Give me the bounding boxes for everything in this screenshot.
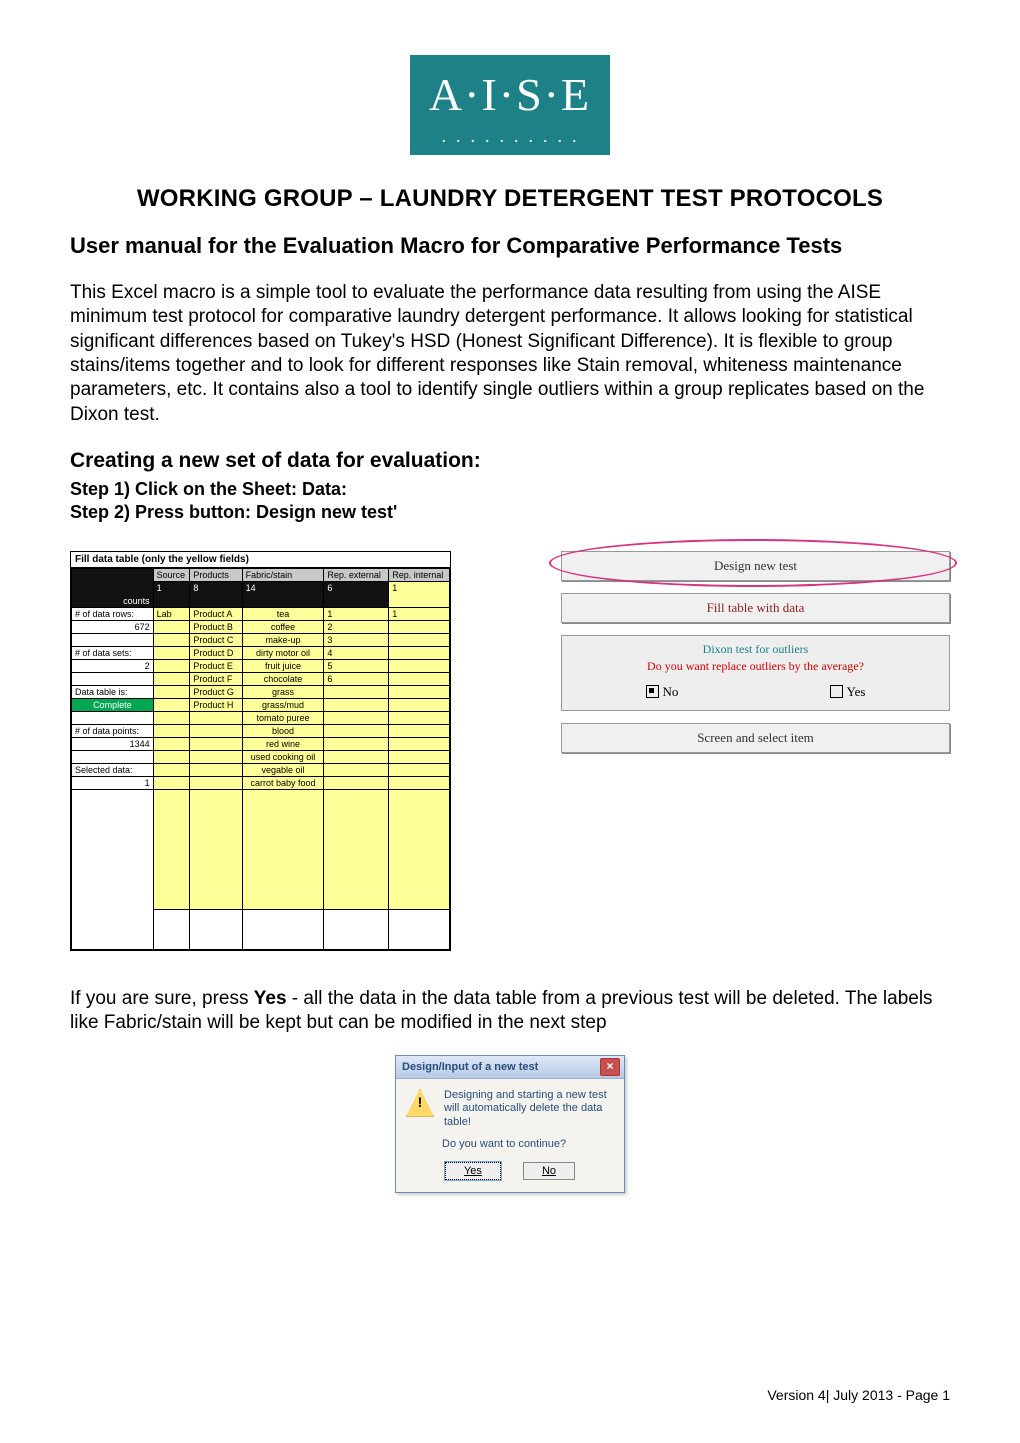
product-2[interactable]: Product C bbox=[190, 633, 242, 646]
dialog-line1: Designing and starting a new test bbox=[444, 1089, 607, 1101]
logo-block: A·I·S·E · · · · · · · · · · bbox=[70, 55, 950, 155]
fabric-3[interactable]: dirty motor oil bbox=[242, 646, 324, 659]
fabric-4[interactable]: fruit juice bbox=[242, 659, 324, 672]
screen-select-button[interactable]: Screen and select item bbox=[561, 723, 950, 753]
fabric-9[interactable]: blood bbox=[242, 724, 324, 737]
section-heading: Creating a new set of data for evaluatio… bbox=[70, 449, 950, 473]
close-icon[interactable]: × bbox=[600, 1058, 620, 1076]
page-subtitle: User manual for the Evaluation Macro for… bbox=[70, 233, 950, 259]
selected-value: 1 bbox=[72, 776, 154, 789]
points-value: 1344 bbox=[72, 737, 154, 750]
button-panel: Design new test Fill table with data Dix… bbox=[561, 551, 950, 765]
dixon-yes-label: Yes bbox=[847, 684, 866, 700]
cnt-fabric: 14 bbox=[242, 581, 324, 607]
radio-icon bbox=[646, 685, 659, 698]
dixon-yes-radio[interactable]: Yes bbox=[830, 684, 866, 700]
fabric-12[interactable]: vegable oil bbox=[242, 763, 324, 776]
rows-label: # of data rows: bbox=[72, 607, 154, 620]
source-0[interactable]: Lab bbox=[153, 607, 190, 620]
confirm-dialog: Design/Input of a new test × Designing a… bbox=[395, 1055, 625, 1193]
hdr-fabric: Fabric/stain bbox=[242, 568, 324, 581]
sets-value: 2 bbox=[72, 659, 154, 672]
dialog-line2: will automatically delete the data table… bbox=[444, 1102, 602, 1128]
rows-value: 672 bbox=[72, 620, 154, 633]
product-6[interactable]: Product G bbox=[190, 685, 242, 698]
hdr-rep-ext: Rep. external bbox=[324, 568, 389, 581]
fabric-6[interactable]: grass bbox=[242, 685, 324, 698]
fabric-5[interactable]: chocolate bbox=[242, 672, 324, 685]
radio-icon bbox=[830, 685, 843, 698]
dialog-no-button[interactable]: No bbox=[523, 1162, 575, 1180]
aise-logo: A·I·S·E · · · · · · · · · · bbox=[410, 55, 610, 155]
dixon-group: Dixon test for outliers Do you want repl… bbox=[561, 635, 950, 711]
fabric-10[interactable]: red wine bbox=[242, 737, 324, 750]
after-bold: Yes bbox=[254, 988, 287, 1009]
product-1[interactable]: Product B bbox=[190, 620, 242, 633]
dialog-question: Do you want to continue? bbox=[396, 1138, 624, 1158]
rep-ext-4[interactable]: 5 bbox=[324, 659, 389, 672]
dixon-title: Dixon test for outliers bbox=[570, 642, 941, 657]
product-3[interactable]: Product D bbox=[190, 646, 242, 659]
excel-sheet: Fill data table (only the yellow fields)… bbox=[70, 551, 451, 951]
table-status: Complete bbox=[72, 698, 154, 711]
logo-dots: · · · · · · · · · · bbox=[410, 137, 610, 145]
fabric-0[interactable]: tea bbox=[242, 607, 324, 620]
dixon-subtitle: Do you want replace outliers by the aver… bbox=[570, 659, 941, 674]
hdr-rep-int: Rep. internal bbox=[389, 568, 450, 581]
cnt-prod: 8 bbox=[190, 581, 242, 607]
sets-label: # of data sets: bbox=[72, 646, 154, 659]
intro-paragraph: This Excel macro is a simple tool to eva… bbox=[70, 281, 950, 427]
points-label: # of data points: bbox=[72, 724, 154, 737]
rep-ext-3[interactable]: 4 bbox=[324, 646, 389, 659]
product-5[interactable]: Product F bbox=[190, 672, 242, 685]
fabric-8[interactable]: tomato puree bbox=[242, 711, 324, 724]
fabric-13[interactable]: carrot baby food bbox=[242, 776, 324, 789]
design-new-test-button[interactable]: Design new test bbox=[561, 551, 950, 581]
selected-label: Selected data: bbox=[72, 763, 154, 776]
dialog-message: Designing and starting a new test will a… bbox=[444, 1089, 614, 1130]
dialog-no-label: No bbox=[542, 1165, 556, 1177]
dixon-no-radio[interactable]: No bbox=[646, 684, 679, 700]
fabric-7[interactable]: grass/mud bbox=[242, 698, 324, 711]
dixon-no-label: No bbox=[663, 684, 679, 700]
cnt-src: 1 bbox=[153, 581, 190, 607]
after-pre: If you are sure, press bbox=[70, 988, 254, 1009]
rep-ext-5[interactable]: 6 bbox=[324, 672, 389, 685]
after-text: If you are sure, press Yes - all the dat… bbox=[70, 987, 950, 1036]
warning-icon bbox=[406, 1089, 434, 1117]
dialog-titlebar[interactable]: Design/Input of a new test × bbox=[396, 1056, 624, 1079]
rep-ext-1[interactable]: 2 bbox=[324, 620, 389, 633]
dialog-yes-button[interactable]: Yes bbox=[445, 1162, 501, 1180]
product-4[interactable]: Product E bbox=[190, 659, 242, 672]
dialog-yes-label: Yes bbox=[464, 1165, 482, 1177]
dixon-radio-row: No Yes bbox=[570, 684, 941, 700]
rep-ext-0[interactable]: 1 bbox=[324, 607, 389, 620]
cnt-int: 1 bbox=[389, 581, 450, 607]
step-2: Step 2) Press button: Design new test' bbox=[70, 502, 950, 523]
fabric-2[interactable]: make-up bbox=[242, 633, 324, 646]
fabric-1[interactable]: coffee bbox=[242, 620, 324, 633]
page-footer: Version 4| July 2013 - Page 1 bbox=[767, 1387, 950, 1403]
logo-text: A·I·S·E bbox=[429, 69, 591, 120]
dialog-title: Design/Input of a new test bbox=[402, 1061, 538, 1073]
rep-ext-2[interactable]: 3 bbox=[324, 633, 389, 646]
fill-table-button[interactable]: Fill table with data bbox=[561, 593, 950, 623]
rep-int-0[interactable]: 1 bbox=[389, 607, 450, 620]
cnt-ext: 6 bbox=[324, 581, 389, 607]
table-label: Data table is: bbox=[72, 685, 154, 698]
fabric-11[interactable]: used cooking oil bbox=[242, 750, 324, 763]
page-title: WORKING GROUP – LAUNDRY DETERGENT TEST P… bbox=[70, 185, 950, 213]
screenshots-row: Fill data table (only the yellow fields)… bbox=[70, 551, 950, 951]
product-0[interactable]: Product A bbox=[190, 607, 242, 620]
product-7[interactable]: Product H bbox=[190, 698, 242, 711]
step-1: Step 1) Click on the Sheet: Data: bbox=[70, 479, 950, 500]
hdr-products: Products bbox=[190, 568, 242, 581]
sheet-caption: Fill data table (only the yellow fields) bbox=[71, 552, 450, 568]
hdr-source: Source bbox=[153, 568, 190, 581]
counts-label: counts bbox=[72, 568, 154, 607]
